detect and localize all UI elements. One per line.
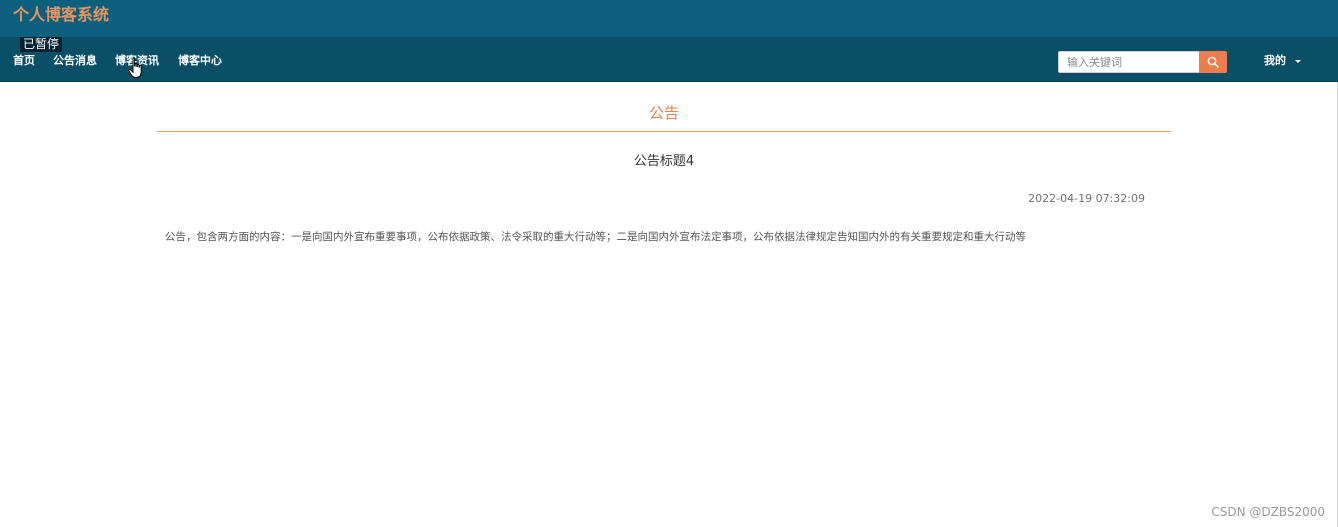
hand-cursor-icon xyxy=(128,57,142,78)
search-button[interactable] xyxy=(1199,51,1227,73)
search-input[interactable] xyxy=(1058,51,1199,73)
nav-item-home[interactable]: 首页 xyxy=(13,54,35,68)
site-title[interactable]: 个人博客系统 xyxy=(13,5,109,25)
caret-down-icon[interactable] xyxy=(1295,60,1301,63)
paused-status-label: 已暂停 xyxy=(20,37,63,52)
top-title-bar: 个人博客系统 xyxy=(0,0,1338,37)
section-title: 公告 xyxy=(648,104,679,122)
user-menu[interactable]: 我的 xyxy=(1264,54,1286,68)
page: 个人博客系统 已暂停 首页 公告消息 博客资讯 博客中心 我的 公告 公告标题4… xyxy=(0,0,1338,527)
section-divider xyxy=(157,131,1171,132)
watermark-text: CSDN @DZBS2000 xyxy=(1211,505,1325,519)
nav-item-announcements[interactable]: 公告消息 xyxy=(53,54,97,68)
search-icon xyxy=(1207,56,1219,68)
notice-date: 2022-04-19 07:32:09 xyxy=(1028,192,1145,205)
nav-item-blog-center[interactable]: 博客中心 xyxy=(178,54,222,68)
notice-body: 公告，包含两方面的内容：一是向国内外宣布重要事项，公布依据政策、法令采取的重大行… xyxy=(165,231,1026,243)
main-navbar: 已暂停 首页 公告消息 博客资讯 博客中心 我的 xyxy=(0,37,1338,82)
notice-title: 公告标题4 xyxy=(633,154,695,169)
